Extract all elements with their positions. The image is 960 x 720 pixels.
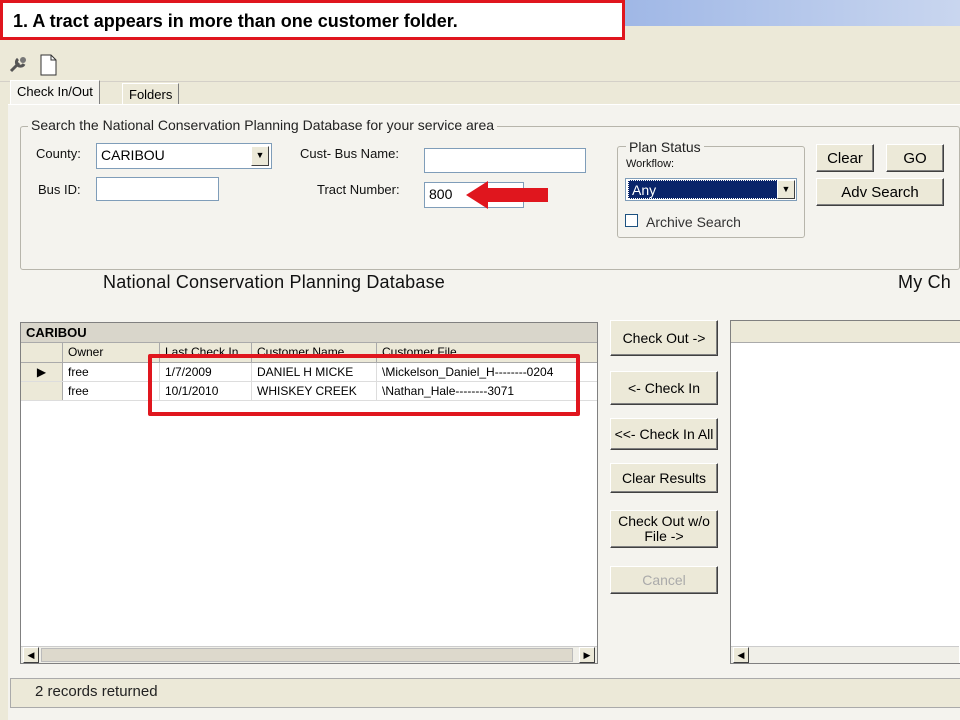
tab-folders-label: Folders bbox=[129, 87, 173, 102]
instruction-callout: 1. A tract appears in more than one cust… bbox=[0, 0, 625, 40]
scroll-right-icon[interactable]: ▶ bbox=[579, 647, 595, 663]
plan-status-title: Plan Status bbox=[626, 139, 704, 155]
county-value: CARIBOU bbox=[101, 147, 165, 163]
duplicate-tract-highlight bbox=[148, 354, 580, 416]
archive-search-checkbox[interactable] bbox=[625, 214, 638, 227]
row-pointer-icon: ▶ bbox=[21, 363, 63, 381]
check-out-button-label: Check Out -> bbox=[622, 329, 706, 346]
clear-button[interactable]: Clear bbox=[816, 144, 874, 172]
check-out-without-file-button[interactable]: Check Out w/o File -> bbox=[610, 510, 718, 548]
my-checkouts-heading: My Ch bbox=[898, 272, 952, 292]
my-checkouts-grid: ◀ bbox=[730, 320, 960, 664]
ncpd-heading: National Conservation Planning Database bbox=[103, 272, 446, 292]
callout-text: 1. A tract appears in more than one cust… bbox=[13, 11, 458, 31]
cancel-button-label: Cancel bbox=[642, 571, 686, 588]
clear-button-label: Clear bbox=[827, 149, 863, 167]
new-document-icon[interactable] bbox=[38, 54, 58, 76]
header-row-selector bbox=[21, 343, 63, 362]
scroll-thumb[interactable] bbox=[41, 648, 573, 662]
check-in-all-button[interactable]: <<- Check In All bbox=[610, 418, 718, 450]
red-arrow-icon bbox=[466, 180, 550, 210]
check-in-all-button-label: <<- Check In All bbox=[614, 425, 714, 442]
window-title-bar-fade bbox=[620, 0, 960, 26]
scroll-left-icon[interactable]: ◀ bbox=[23, 647, 39, 663]
clear-results-button-label: Clear Results bbox=[621, 469, 707, 486]
bus-id-input[interactable] bbox=[96, 177, 219, 201]
workflow-dropdown-arrow-icon[interactable]: ▼ bbox=[777, 180, 795, 199]
row-selector bbox=[21, 382, 63, 400]
my-checkouts-scroll-left-icon[interactable]: ◀ bbox=[733, 647, 749, 663]
my-checkouts-scrollbar[interactable]: ◀ bbox=[731, 646, 959, 663]
check-out-wo-file-line1: Check Out w/o bbox=[618, 513, 710, 529]
grid-horizontal-scrollbar[interactable]: ◀ ▶ bbox=[21, 646, 597, 663]
grid-caption: CARIBOU bbox=[21, 323, 597, 343]
status-text: 2 records returned bbox=[35, 683, 158, 700]
go-button-label: GO bbox=[903, 149, 927, 167]
adv-search-button-label: Adv Search bbox=[841, 183, 919, 201]
county-label: County: bbox=[36, 146, 81, 161]
workflow-select[interactable]: Any bbox=[625, 178, 797, 201]
my-checkouts-header bbox=[731, 321, 960, 343]
tab-check-in-out[interactable]: Check In/Out bbox=[10, 80, 100, 107]
workflow-label: Workflow: bbox=[626, 158, 675, 170]
cust-bus-name-input[interactable] bbox=[424, 148, 586, 173]
search-group-title: Search the National Conservation Plannin… bbox=[28, 117, 498, 133]
tab-check-in-out-label: Check In/Out bbox=[17, 84, 93, 99]
check-in-button[interactable]: <- Check In bbox=[610, 371, 718, 405]
tract-number-label: Tract Number: bbox=[317, 182, 400, 197]
wrench-icon[interactable] bbox=[8, 55, 30, 75]
dropdown-arrow-icon[interactable]: ▼ bbox=[251, 146, 269, 166]
tract-number-value: 800 bbox=[429, 186, 453, 202]
county-select[interactable]: CARIBOU bbox=[96, 143, 272, 169]
check-out-button[interactable]: Check Out -> bbox=[610, 320, 718, 356]
toolbar bbox=[0, 48, 960, 82]
workflow-value: Any bbox=[628, 180, 778, 199]
check-out-wo-file-line2: File -> bbox=[644, 528, 684, 544]
cancel-button[interactable]: Cancel bbox=[610, 566, 718, 594]
check-in-button-label: <- Check In bbox=[628, 379, 700, 396]
status-bar: 2 records returned bbox=[10, 678, 960, 708]
archive-search-label: Archive Search bbox=[646, 214, 741, 230]
cell-owner: free bbox=[63, 363, 160, 381]
clear-results-button[interactable]: Clear Results bbox=[610, 463, 718, 493]
adv-search-button[interactable]: Adv Search bbox=[816, 178, 944, 206]
go-button[interactable]: GO bbox=[886, 144, 944, 172]
cell-owner: free bbox=[63, 382, 160, 400]
header-owner[interactable]: Owner bbox=[63, 343, 160, 362]
bus-id-label: Bus ID: bbox=[38, 182, 81, 197]
cust-bus-name-label: Cust- Bus Name: bbox=[300, 146, 399, 161]
